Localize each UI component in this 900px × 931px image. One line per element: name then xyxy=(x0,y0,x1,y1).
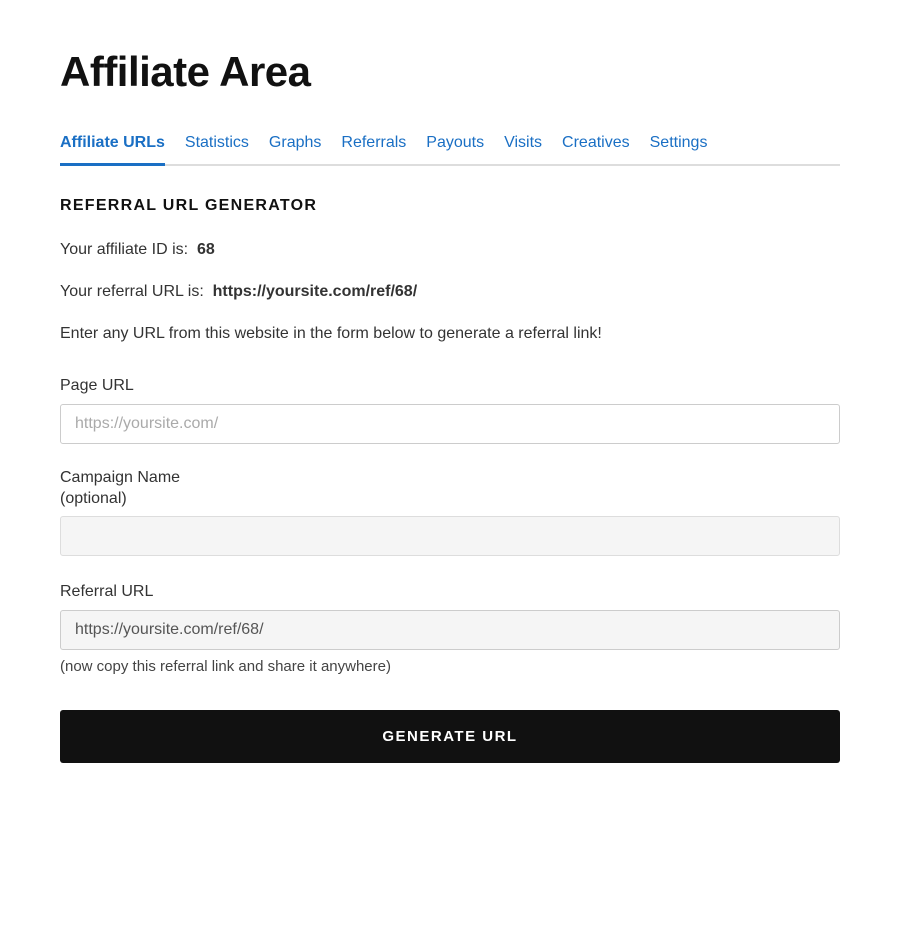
tab-referrals[interactable]: Referrals xyxy=(341,131,406,166)
tab-statistics[interactable]: Statistics xyxy=(185,131,249,166)
page-url-group: Page URL xyxy=(60,374,840,444)
tab-visits[interactable]: Visits xyxy=(504,131,542,166)
affiliate-id-info: Your affiliate ID is: 68 xyxy=(60,238,840,262)
campaign-name-input[interactable] xyxy=(60,516,840,556)
referral-url-field-label: Referral URL xyxy=(60,580,840,604)
campaign-name-group: Campaign Name (optional) xyxy=(60,468,840,556)
tab-graphs[interactable]: Graphs xyxy=(269,131,321,166)
tab-settings[interactable]: Settings xyxy=(650,131,708,166)
page-wrapper: Affiliate Area Affiliate URLs Statistics… xyxy=(0,0,900,823)
affiliate-id-value: 68 xyxy=(197,241,215,258)
referral-url-info: Your referral URL is: https://yoursite.c… xyxy=(60,280,840,304)
referral-url-label: Your referral URL is: xyxy=(60,283,204,300)
campaign-label: Campaign Name (optional) xyxy=(60,468,840,510)
referral-url-group: Referral URL (now copy this referral lin… xyxy=(60,580,840,679)
page-url-label: Page URL xyxy=(60,374,840,398)
content-section: REFERRAL URL GENERATOR Your affiliate ID… xyxy=(60,194,840,763)
page-url-input[interactable] xyxy=(60,404,840,444)
referral-url-field-input[interactable] xyxy=(60,610,840,650)
description-text: Enter any URL from this website in the f… xyxy=(60,322,840,346)
tab-payouts[interactable]: Payouts xyxy=(426,131,484,166)
nav-tabs: Affiliate URLs Statistics Graphs Referra… xyxy=(60,131,840,166)
tab-affiliate-urls[interactable]: Affiliate URLs xyxy=(60,131,165,166)
section-title: REFERRAL URL GENERATOR xyxy=(60,194,840,218)
referral-url-display: https://yoursite.com/ref/68/ xyxy=(213,283,418,300)
generate-url-button[interactable]: GENERATE URL xyxy=(60,710,840,763)
tab-creatives[interactable]: Creatives xyxy=(562,131,630,166)
page-title: Affiliate Area xyxy=(60,40,840,103)
affiliate-id-label: Your affiliate ID is: xyxy=(60,241,188,258)
helper-text: (now copy this referral link and share i… xyxy=(60,656,840,679)
